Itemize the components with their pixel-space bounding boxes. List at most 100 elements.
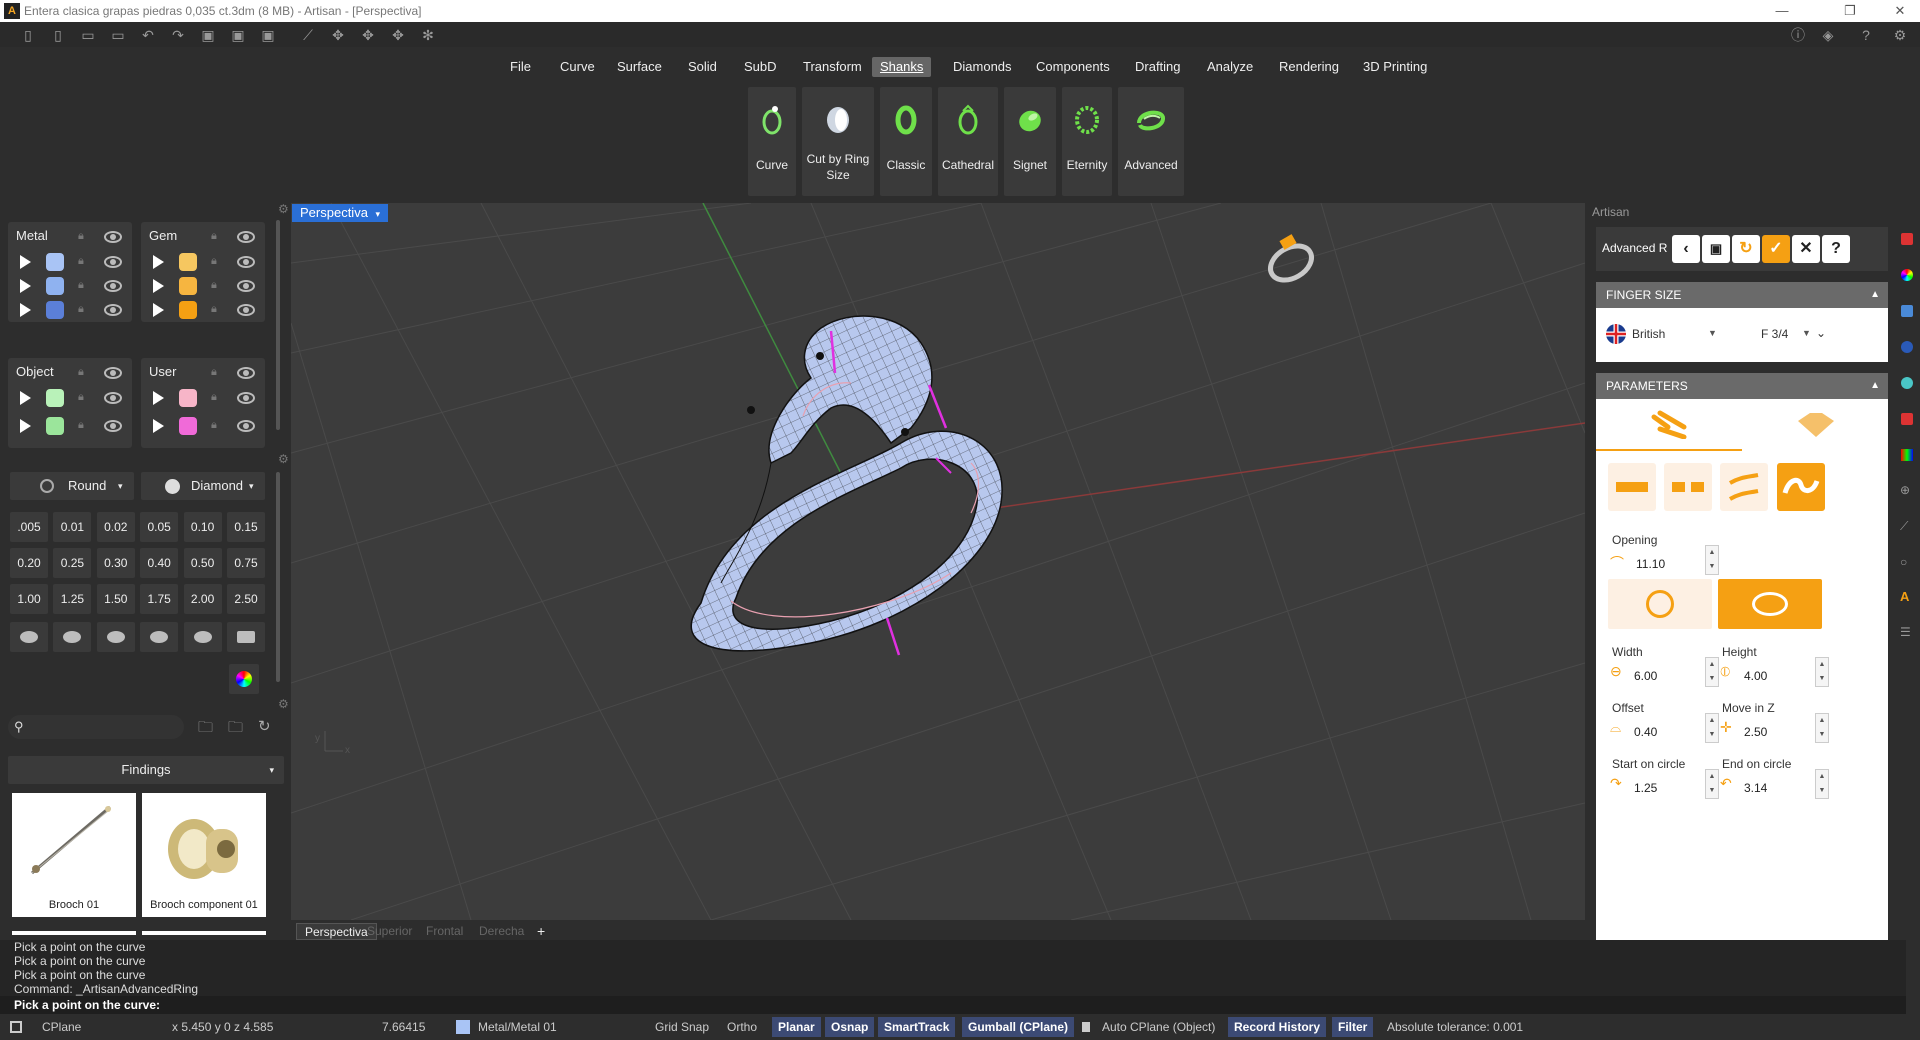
color-swatch[interactable] bbox=[46, 417, 64, 435]
layer-row[interactable]: 🔒︎ bbox=[141, 298, 265, 322]
transform-icon[interactable]: ⟋ bbox=[298, 25, 318, 45]
gem-size-button[interactable]: 0.50 bbox=[183, 548, 222, 578]
restore-button[interactable]: ❐ bbox=[1830, 0, 1870, 22]
offset-stepper[interactable]: ▲ ▼ bbox=[1705, 713, 1719, 743]
tab-superior[interactable]: Superior bbox=[359, 923, 420, 940]
library-item-next[interactable] bbox=[142, 931, 266, 935]
gem-size-button[interactable]: 1.00 bbox=[10, 584, 48, 614]
rotate-icon[interactable]: ✥ bbox=[358, 25, 378, 45]
gem-cut-shape-button[interactable] bbox=[183, 622, 222, 652]
environment-icon[interactable] bbox=[1901, 341, 1913, 353]
gem-size-button[interactable]: 0.01 bbox=[53, 512, 92, 542]
lock-icon[interactable]: 🔒︎ bbox=[78, 366, 92, 380]
eye-icon[interactable] bbox=[237, 392, 255, 404]
play-icon[interactable] bbox=[20, 255, 31, 269]
layer-row[interactable]: 🔒︎ bbox=[141, 414, 265, 438]
list-icon[interactable]: ☰ bbox=[1900, 625, 1911, 639]
style-bypass-button[interactable] bbox=[1720, 463, 1768, 511]
play-icon[interactable] bbox=[153, 255, 164, 269]
style-open-button[interactable] bbox=[1777, 463, 1825, 511]
start-circle-stepper[interactable]: ▲ ▼ bbox=[1705, 769, 1719, 799]
gem-size-button[interactable]: 0.15 bbox=[227, 512, 265, 542]
lock-icon[interactable]: 🔒︎ bbox=[211, 279, 225, 293]
materials-icon[interactable] bbox=[1901, 305, 1913, 317]
style-split-button[interactable] bbox=[1664, 463, 1712, 511]
layer-row[interactable]: 🔒︎ bbox=[8, 274, 132, 298]
gem-cut-shape-button[interactable] bbox=[227, 622, 265, 652]
eye-icon[interactable] bbox=[104, 420, 122, 432]
save-icon[interactable]: ▣ bbox=[198, 25, 218, 45]
color-wheel-button[interactable] bbox=[229, 664, 259, 694]
help-button[interactable]: ? bbox=[1822, 235, 1850, 263]
color-swatch[interactable] bbox=[46, 301, 64, 319]
lock-icon[interactable]: 🔒︎ bbox=[211, 419, 225, 433]
menu-surface[interactable]: Surface bbox=[609, 57, 670, 77]
ribbon-advanced-button[interactable]: Advanced bbox=[1118, 87, 1184, 196]
ribbon-eternity-button[interactable]: Eternity bbox=[1062, 87, 1112, 196]
menu-rendering[interactable]: Rendering bbox=[1271, 57, 1347, 77]
eye-icon[interactable] bbox=[104, 256, 122, 268]
layer-color-swatch[interactable] bbox=[456, 1020, 470, 1034]
width-stepper[interactable]: ▲ ▼ bbox=[1705, 657, 1719, 687]
color-swatch[interactable] bbox=[179, 253, 197, 271]
end-circle-stepper[interactable]: ▲ ▼ bbox=[1815, 769, 1829, 799]
ribbon-signet-button[interactable]: Signet bbox=[1004, 87, 1056, 196]
library-settings-icon[interactable]: ⚙ bbox=[278, 697, 289, 711]
chevron-down-icon[interactable]: ⌄ bbox=[1816, 326, 1826, 340]
lock-icon[interactable]: 🔒︎ bbox=[211, 230, 225, 244]
open-folder-icon[interactable]: ▭ bbox=[78, 25, 98, 45]
layer-row[interactable]: 🔒︎ bbox=[8, 250, 132, 274]
layers-settings-icon[interactable]: ⚙ bbox=[278, 202, 289, 216]
smarttrack-toggle[interactable]: SmartTrack bbox=[878, 1017, 956, 1037]
width-value[interactable]: 6.00 bbox=[1634, 669, 1657, 683]
import-icon[interactable]: ▭ bbox=[108, 25, 128, 45]
menu-shanks[interactable]: Shanks bbox=[872, 57, 932, 77]
gem-size-button[interactable]: 0.30 bbox=[96, 548, 135, 578]
color-swatch[interactable] bbox=[179, 301, 197, 319]
lock-icon[interactable]: 🔒︎ bbox=[78, 279, 92, 293]
menu-file[interactable]: File bbox=[502, 57, 539, 77]
menu-3d-printing[interactable]: 3D Printing bbox=[1355, 57, 1435, 77]
gems-settings-icon[interactable]: ⚙ bbox=[278, 452, 289, 466]
eye-icon[interactable] bbox=[237, 280, 255, 292]
play-icon[interactable] bbox=[153, 391, 164, 405]
lock-icon[interactable]: 🔒︎ bbox=[78, 230, 92, 244]
grid-snap-toggle[interactable]: Grid Snap bbox=[655, 1014, 709, 1040]
gem-size-button[interactable]: 1.75 bbox=[140, 584, 179, 614]
menu-curve[interactable]: Curve bbox=[552, 57, 603, 77]
confirm-button[interactable]: ✓ bbox=[1762, 235, 1790, 263]
chevron-down-icon[interactable]: ▼ bbox=[1802, 328, 1811, 338]
menu-analyze[interactable]: Analyze bbox=[1199, 57, 1261, 77]
layers-scrollbar[interactable] bbox=[276, 220, 280, 430]
color-swatch[interactable] bbox=[46, 253, 64, 271]
lights-icon[interactable] bbox=[1901, 377, 1913, 389]
lock-icon[interactable]: 🔒︎ bbox=[78, 391, 92, 405]
color-swatch[interactable] bbox=[179, 277, 197, 295]
profile-round-button[interactable] bbox=[1608, 579, 1712, 629]
lock-icon[interactable] bbox=[1082, 1022, 1090, 1032]
gem-cut-dropdown[interactable]: Diamond ▾ bbox=[141, 472, 265, 500]
gem-size-button[interactable]: 0.20 bbox=[10, 548, 48, 578]
help-icon[interactable]: ? bbox=[1856, 25, 1876, 45]
eye-icon[interactable] bbox=[104, 367, 122, 379]
sphere-icon[interactable]: ○ bbox=[1900, 555, 1907, 569]
save-as-icon[interactable]: ▣ bbox=[228, 25, 248, 45]
add-folder-icon[interactable]: 🗀 bbox=[228, 717, 243, 742]
color-swatch[interactable] bbox=[46, 277, 64, 295]
gem-size-button[interactable]: 0.40 bbox=[140, 548, 179, 578]
gem-cut-shape-button[interactable] bbox=[10, 622, 48, 652]
ribbon-cathedral-button[interactable]: Cathedral bbox=[938, 87, 998, 196]
record-history-toggle[interactable]: Record History bbox=[1228, 1017, 1327, 1037]
menu-drafting[interactable]: Drafting bbox=[1127, 57, 1189, 77]
play-icon[interactable] bbox=[20, 279, 31, 293]
eye-icon[interactable] bbox=[104, 392, 122, 404]
move-z-stepper[interactable]: ▲ ▼ bbox=[1815, 713, 1829, 743]
color-swatch[interactable] bbox=[179, 389, 197, 407]
save-preset-button[interactable]: ▣ bbox=[1702, 235, 1730, 263]
color-swatch[interactable] bbox=[179, 417, 197, 435]
library-search-input[interactable]: ⚲ bbox=[8, 715, 184, 739]
eye-icon[interactable] bbox=[237, 367, 255, 379]
new-file-icon[interactable]: ▯ bbox=[18, 25, 38, 45]
parameters-header[interactable]: PARAMETERS ▲ bbox=[1596, 373, 1888, 399]
filter-toggle[interactable]: Filter bbox=[1332, 1017, 1374, 1037]
